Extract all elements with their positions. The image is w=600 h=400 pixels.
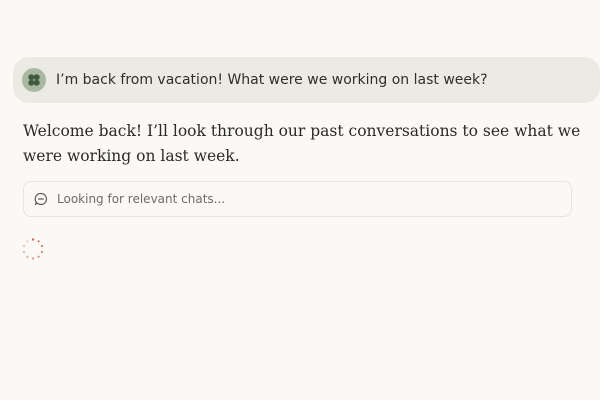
avatar[interactable] <box>22 68 46 92</box>
assistant-message-text: Welcome back! I’ll look through our past… <box>23 122 581 165</box>
chat-bubble-icon <box>34 192 48 206</box>
user-message-bubble: I’m back from vacation! What were we wor… <box>13 57 600 103</box>
tool-status-label: Looking for relevant chats... <box>57 192 226 206</box>
tool-status-box[interactable]: Looking for relevant chats... <box>23 181 572 217</box>
spinner-icon <box>22 238 44 260</box>
clover-icon <box>28 74 40 86</box>
user-message-text: I’m back from vacation! What were we wor… <box>56 72 488 88</box>
